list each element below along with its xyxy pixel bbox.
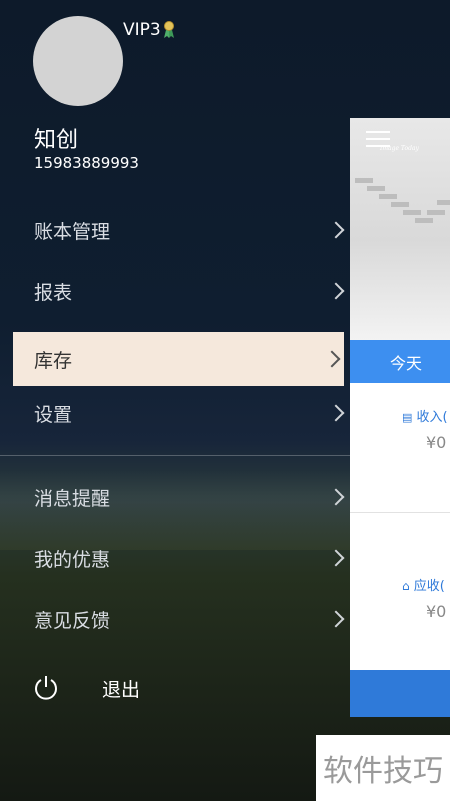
chevron-right-icon	[327, 610, 345, 628]
menu-item-settings[interactable]: 设置	[0, 385, 350, 441]
chevron-right-icon	[327, 549, 345, 567]
divider	[350, 512, 450, 513]
income-label: 收入(	[416, 410, 448, 425]
menu-item-my-offers[interactable]: 我的优惠	[0, 530, 350, 586]
user-name: 知创	[34, 128, 79, 153]
menu-item-account-books[interactable]: 账本管理	[0, 202, 350, 258]
chevron-right-icon	[323, 350, 341, 368]
side-drawer: VIP3 知创 15983889993 账本管理 报表 库存 设置 消息提醒 我…	[0, 0, 350, 801]
menu-item-label: 账本管理	[34, 220, 111, 243]
income-amount: ¥0	[426, 433, 447, 452]
menu-item-notifications[interactable]: 消息提醒	[0, 469, 350, 525]
main-page-peek[interactable]: Image Today 今天 ▤ 收入( ¥0 ⌂ 应收( ¥0	[350, 118, 450, 717]
receivable-label: 应收(	[413, 579, 445, 594]
banner-image: Image Today	[350, 118, 450, 340]
tab-today[interactable]: 今天	[350, 340, 450, 383]
logout-button[interactable]: 退出	[34, 672, 140, 704]
menu-item-label: 库存	[34, 349, 73, 372]
menu-item-label: 我的优惠	[34, 548, 111, 571]
income-row[interactable]: ▤ 收入(	[402, 406, 450, 425]
menu-item-label: 意见反馈	[34, 609, 111, 632]
power-icon	[35, 676, 57, 700]
medal-icon	[163, 21, 174, 38]
user-phone: 15983889993	[34, 154, 139, 172]
receivable-amount: ¥0	[426, 602, 447, 621]
stairs-graphic	[355, 178, 450, 223]
vip-badge: VIP3	[123, 20, 175, 40]
vip-label: VIP3	[123, 20, 161, 40]
chevron-right-icon	[327, 221, 345, 239]
menu-item-label: 消息提醒	[34, 487, 111, 510]
menu-item-reports[interactable]: 报表	[0, 263, 350, 319]
avatar[interactable]	[33, 16, 123, 106]
menu-item-label: 报表	[34, 281, 73, 304]
home-icon: ⌂	[402, 579, 410, 593]
income-icon: ▤	[402, 411, 413, 424]
menu-divider	[0, 455, 350, 456]
receivable-row[interactable]: ⌂ 应收(	[402, 575, 450, 594]
watermark: 软件技巧	[316, 735, 450, 801]
logout-label: 退出	[102, 678, 141, 701]
bottom-action-bar[interactable]	[350, 670, 450, 717]
menu-item-inventory[interactable]: 库存	[13, 332, 344, 386]
chevron-right-icon	[327, 404, 345, 422]
menu-item-feedback[interactable]: 意见反馈	[0, 591, 350, 647]
chevron-right-icon	[327, 282, 345, 300]
banner-brand: Image Today	[380, 145, 419, 152]
menu-item-label: 设置	[34, 403, 73, 426]
chevron-right-icon	[327, 488, 345, 506]
